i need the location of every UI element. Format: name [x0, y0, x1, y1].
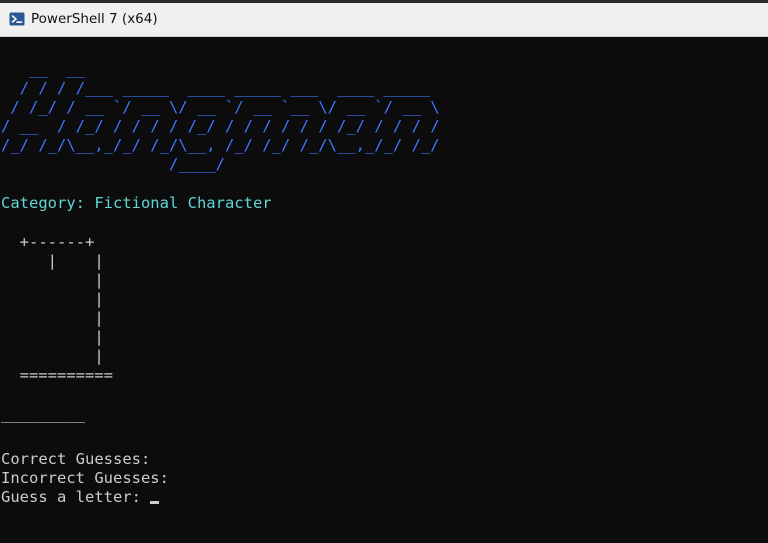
- text-cursor: [150, 501, 160, 504]
- banner-line-2: / / / /___ _____ ____ _____ ___ ____ ___…: [1, 79, 431, 97]
- banner-line-1: __ __: [1, 60, 85, 78]
- word-blanks: _________: [1, 405, 85, 423]
- incorrect-guesses: Incorrect Guesses:: [1, 469, 169, 487]
- gallows-base: ==========: [1, 366, 113, 384]
- prompt-text: Guess a letter:: [1, 488, 151, 506]
- powershell-window: PowerShell 7 (x64) __ __ / / / /___ ____…: [0, 0, 768, 543]
- category-line: Category: Fictional Character: [1, 194, 272, 212]
- powershell-icon: [9, 12, 25, 26]
- gallows-line-4: |: [1, 290, 104, 308]
- gallows-line-5: |: [1, 309, 104, 327]
- banner-line-5: /_/ /_/\__,_/_/ /_/\__, /_/ /_/ /_/\__,_…: [1, 136, 440, 154]
- banner-line-4: / __ / /_/ / / / / /_/ / / / / / / /_/ /…: [1, 117, 440, 135]
- gallows-line-7: |: [1, 347, 104, 365]
- title-bar[interactable]: PowerShell 7 (x64): [0, 3, 768, 37]
- input-prompt-row[interactable]: Guess a letter:: [1, 488, 160, 507]
- banner-line-6: /____/: [1, 155, 225, 173]
- gallows-line-6: |: [1, 328, 104, 346]
- terminal-output[interactable]: __ __ / / / /___ _____ ____ _____ ___ __…: [1, 60, 767, 540]
- gallows-line-3: |: [1, 271, 104, 289]
- gallows-line-1: +------+: [1, 233, 95, 251]
- correct-guesses: Correct Guesses:: [1, 450, 151, 468]
- banner-line-3: / /_/ / __ `/ __ \/ __ `/ __ `__ \/ __ `…: [1, 98, 440, 116]
- gallows-line-2: | |: [1, 252, 104, 270]
- window-title: PowerShell 7 (x64): [31, 11, 158, 27]
